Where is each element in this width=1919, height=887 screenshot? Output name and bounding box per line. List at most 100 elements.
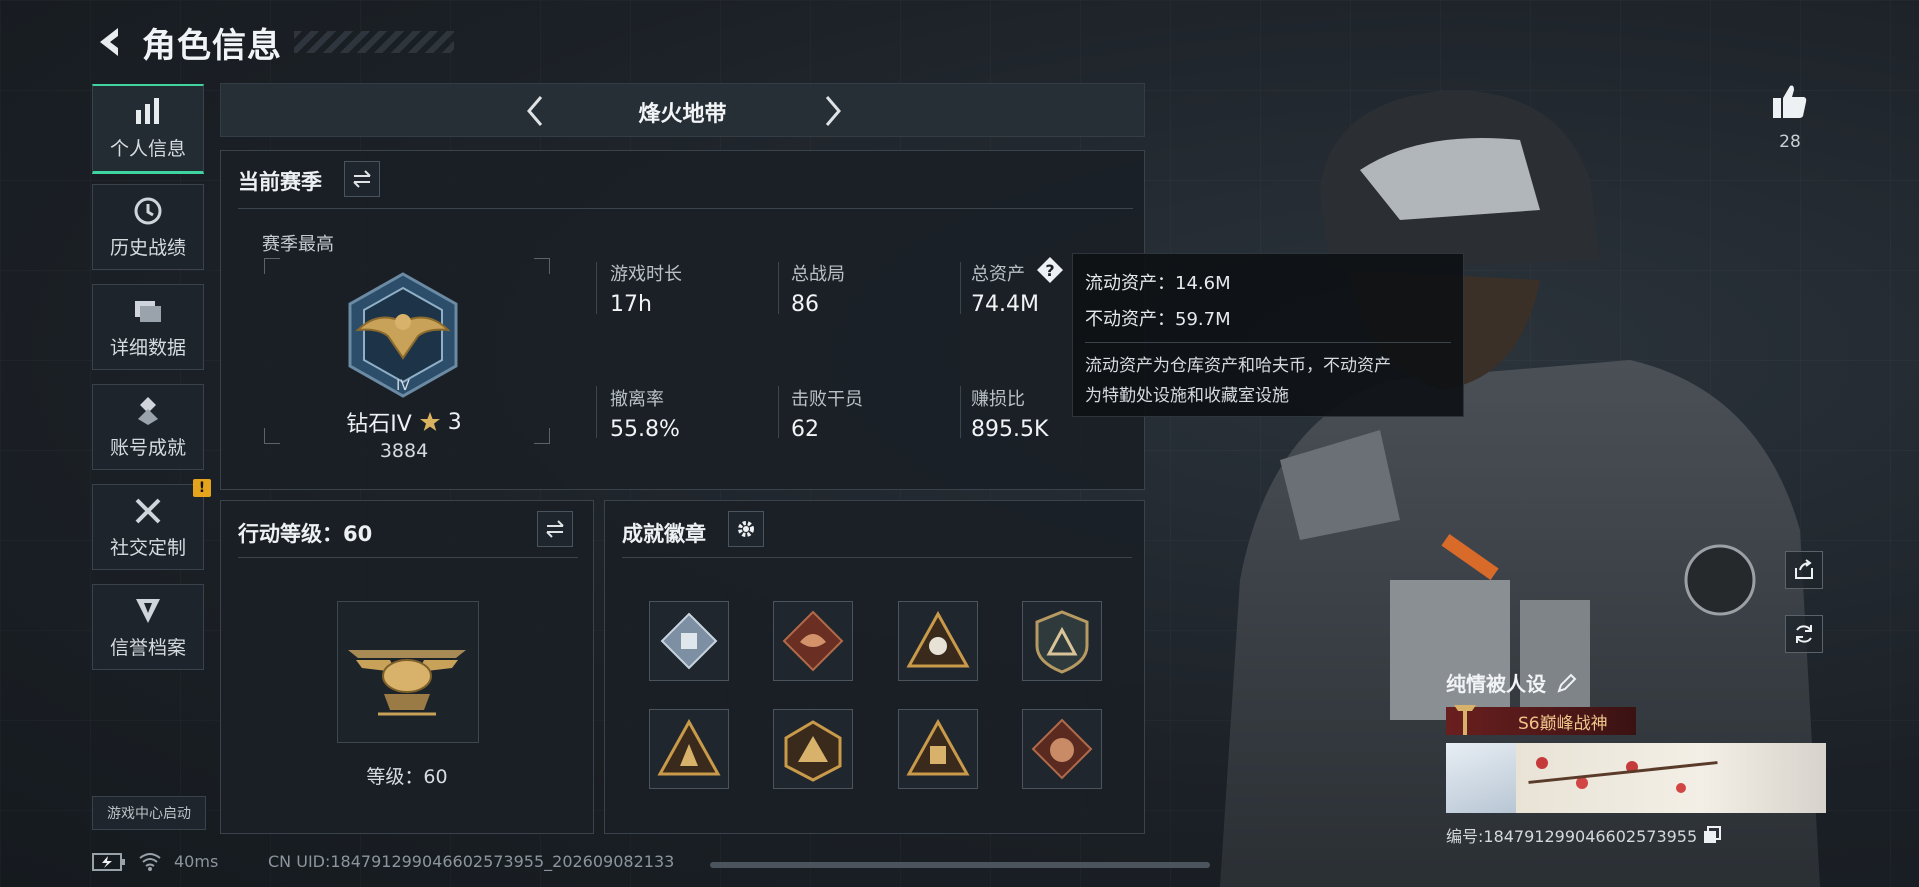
fist-badge-icon bbox=[906, 718, 970, 776]
warning-badge: ! bbox=[193, 479, 211, 497]
achievement-icon bbox=[138, 396, 158, 425]
skull-badge-icon bbox=[906, 610, 970, 668]
achievements-settings-button[interactable] bbox=[728, 511, 764, 547]
assets-tooltip: 流动资产：14.6M 不动资产：59.7M 流动资产为仓库资产和哈夫币，不动资产… bbox=[1072, 253, 1464, 417]
player-uid-row: 编号:18479129904660257395​5 bbox=[1446, 823, 1826, 847]
stat-label-playtime: 游戏时长 bbox=[610, 264, 682, 285]
stat-value-assets: 74.4M bbox=[971, 292, 1039, 317]
page-title: 角色信息 bbox=[142, 25, 282, 66]
stat-divider bbox=[960, 262, 961, 314]
bar-chart-icon bbox=[136, 98, 159, 124]
stat-value-extract-rate: 55.8% bbox=[610, 417, 680, 442]
swap-icon bbox=[353, 170, 371, 188]
wifi-icon bbox=[139, 853, 161, 871]
game-center-launch-button[interactable]: 游戏中心启动 bbox=[92, 796, 206, 830]
sidebar-item-history[interactable]: 历史战绩 bbox=[92, 184, 204, 270]
stat-label-kills: 击败干员 bbox=[791, 389, 863, 410]
achievement-badge[interactable] bbox=[898, 601, 978, 681]
ping-text: 40ms bbox=[174, 852, 219, 871]
header: 角色信息 bbox=[92, 14, 454, 70]
rank-score: 3884 bbox=[379, 440, 429, 462]
launch-label: 游戏中心启动 bbox=[107, 806, 191, 822]
achievement-badge[interactable] bbox=[898, 709, 978, 789]
achievements-title: 成就徽章 bbox=[622, 522, 706, 546]
back-arrow-icon[interactable] bbox=[92, 24, 128, 60]
mode-selector: 烽火地带 bbox=[220, 83, 1145, 137]
stat-value-playtime: 17h bbox=[610, 292, 652, 317]
stat-value-matches: 86 bbox=[791, 292, 819, 317]
share-button[interactable] bbox=[1785, 551, 1823, 589]
player-banner bbox=[1446, 743, 1826, 813]
gear-icon bbox=[738, 521, 754, 537]
clock-icon bbox=[134, 197, 162, 224]
sidebar-item-label: 详细数据 bbox=[109, 336, 186, 359]
stat-value-kills: 62 bbox=[791, 417, 819, 442]
shield-badge-icon bbox=[1035, 610, 1089, 674]
stat-divider bbox=[778, 386, 779, 438]
tooltip-desc-line1: 流动资产为仓库资产和哈夫币，不动资产 bbox=[1085, 356, 1391, 376]
action-level-switch-button[interactable] bbox=[537, 511, 573, 547]
sidebar-item-label: 历史战绩 bbox=[109, 236, 186, 259]
sidebar-item-label: 个人信息 bbox=[109, 138, 186, 160]
sidebar-item-details[interactable]: 详细数据 bbox=[92, 284, 204, 370]
shield-icon bbox=[136, 598, 160, 623]
sidebar-item-credit[interactable]: 信誉档案 bbox=[92, 584, 204, 670]
tools-icon bbox=[135, 498, 161, 523]
sidebar-item-social[interactable]: 社交定制 ! bbox=[92, 479, 211, 570]
stat-divider bbox=[778, 262, 779, 314]
sidebar-item-label: 账号成就 bbox=[109, 436, 186, 459]
helicopter-emblem-icon bbox=[348, 650, 466, 716]
sidebar-item-achievements[interactable]: 账号成就 bbox=[92, 384, 204, 470]
player-uid: 编号:18479129904660257395​5 bbox=[1446, 827, 1698, 846]
level-emblem-frame bbox=[337, 601, 479, 743]
like-button[interactable]: 28 bbox=[1762, 82, 1818, 152]
folder-icon bbox=[135, 300, 161, 322]
achievement-badge[interactable] bbox=[649, 709, 729, 789]
beast-badge-icon bbox=[1031, 718, 1093, 780]
season-switch-button[interactable] bbox=[344, 161, 380, 197]
stat-label-profit-ratio: 赚损比 bbox=[971, 389, 1025, 410]
achievement-badge[interactable] bbox=[1022, 709, 1102, 789]
achievement-badge[interactable] bbox=[773, 601, 853, 681]
rank-stars: 3 bbox=[447, 409, 462, 435]
stat-label-matches: 总战局 bbox=[791, 264, 845, 285]
achievement-badge[interactable] bbox=[773, 709, 853, 789]
player-name-row: 纯情被人设 bbox=[1446, 668, 1826, 697]
stat-value-profit-ratio: 895.5K bbox=[971, 417, 1049, 442]
divider bbox=[238, 557, 578, 558]
dragon-badge-icon bbox=[782, 610, 844, 672]
rank-name-row: 钻石IV 3 bbox=[344, 406, 464, 438]
tooltip-divider bbox=[1085, 342, 1451, 343]
svg-text:?: ? bbox=[1045, 261, 1054, 280]
hex-badge-icon bbox=[784, 720, 842, 782]
player-title: S6巅峰战神 bbox=[1518, 713, 1608, 734]
home-indicator[interactable] bbox=[710, 862, 1210, 868]
level-text: 等级：60 bbox=[366, 766, 448, 788]
sidebar-item-label: 信誉档案 bbox=[109, 636, 186, 659]
avatar[interactable] bbox=[1446, 743, 1516, 813]
action-level-title: 行动等级：60 bbox=[238, 522, 373, 546]
stat-divider bbox=[596, 386, 597, 438]
player-card: 纯情被人设 S6巅峰战神 编号:18479129904660257395​5 bbox=[1446, 668, 1826, 847]
thumbs-up-icon bbox=[1773, 85, 1807, 118]
copy-icon[interactable] bbox=[1703, 826, 1722, 844]
stat-label-assets: 总资产 bbox=[971, 264, 1025, 285]
swap-icon bbox=[546, 520, 564, 538]
achievement-badge[interactable] bbox=[649, 601, 729, 681]
sidebar-item-profile[interactable]: 个人信息 bbox=[92, 84, 204, 174]
season-best-label: 赛季最高 bbox=[262, 234, 334, 255]
achievement-badge[interactable] bbox=[1022, 601, 1102, 681]
rank-numeral: IV bbox=[396, 378, 410, 394]
refresh-button[interactable] bbox=[1785, 615, 1823, 653]
help-icon[interactable]: ? bbox=[1036, 256, 1064, 284]
chevron-right-icon[interactable] bbox=[813, 92, 851, 130]
diamond-badge-icon bbox=[660, 612, 718, 670]
banner-plum-blossom bbox=[1516, 743, 1826, 813]
rank-name: 钻石IV bbox=[346, 412, 412, 437]
edit-pencil-icon[interactable] bbox=[1556, 672, 1578, 694]
star-icon bbox=[419, 412, 440, 431]
mode-name: 烽火地带 bbox=[638, 102, 727, 127]
tooltip-liquid-assets: 流动资产：14.6M bbox=[1085, 273, 1231, 294]
title-emblem-icon bbox=[1454, 705, 1476, 735]
tooltip-desc-line2: 为特勤处设施和收藏室设施 bbox=[1085, 386, 1289, 406]
